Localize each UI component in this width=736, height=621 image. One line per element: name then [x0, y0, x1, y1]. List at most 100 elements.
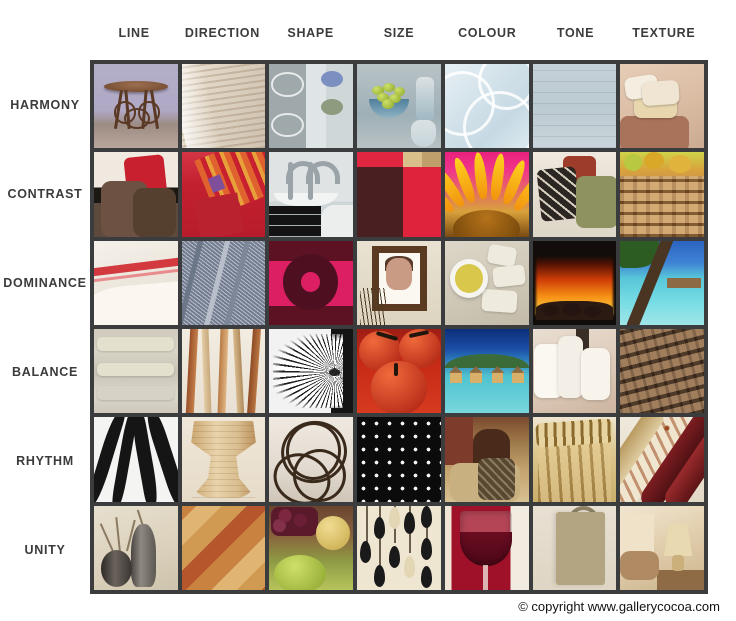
column-header-colour: COLOUR [458, 26, 517, 40]
blue-swirl-glass-image [444, 64, 529, 149]
linen-bag-image [533, 505, 617, 590]
pleated-gold-stool-image [533, 417, 617, 502]
cell-balance-direction [181, 329, 266, 414]
cell-balance-texture [620, 329, 704, 414]
warm-bedroom-image [444, 417, 529, 502]
iron-table-image [94, 64, 178, 148]
cell-unity-size [357, 505, 441, 590]
row-header-dominance: DOMINANCE [3, 275, 87, 290]
cell-contrast-colour [444, 152, 529, 237]
cell-harmony-tone [532, 64, 617, 149]
cell-harmony-line [94, 64, 178, 149]
fabric-rolls-image [620, 417, 704, 502]
cell-unity-colour [444, 505, 529, 590]
cell-harmony-texture [620, 64, 704, 149]
cell-balance-size [357, 329, 441, 414]
padded-headboard-image [94, 329, 178, 413]
design-principles-image-grid [90, 60, 708, 594]
pink-circle-image [269, 240, 354, 325]
cell-rhythm-tone [532, 417, 617, 502]
row-header-rhythm: RHYTHM [16, 453, 74, 468]
column-header-size: SIZE [383, 26, 415, 40]
cell-contrast-texture [620, 152, 704, 237]
cell-harmony-size [357, 64, 441, 149]
cell-rhythm-shape [269, 417, 354, 502]
cell-balance-shape [269, 329, 354, 414]
cell-dominance-size [357, 240, 441, 325]
cell-dominance-texture [620, 240, 704, 325]
bathroom-taps-image [269, 152, 354, 237]
cell-dominance-direction [181, 240, 266, 325]
cell-dominance-shape [269, 240, 354, 325]
cell-contrast-size [357, 152, 441, 237]
wooden-vessel-image [182, 417, 266, 501]
cell-balance-tone [532, 329, 617, 414]
feather-fan-image [269, 329, 354, 414]
red-brown-cushions-image [94, 152, 178, 237]
cell-dominance-line [94, 240, 178, 325]
cell-contrast-direction [181, 152, 266, 237]
row-header-unity: UNITY [24, 542, 66, 557]
cell-unity-direction [181, 505, 266, 590]
wicker-basket-image [620, 152, 704, 237]
red-tomatoes-image [357, 329, 441, 414]
column-header-texture: TEXTURE [632, 26, 696, 40]
cell-rhythm-line [94, 417, 178, 502]
colour-blocks-image [357, 152, 441, 237]
cell-harmony-direction [181, 64, 266, 149]
row-header-balance: BALANCE [11, 364, 78, 379]
cell-rhythm-colour [444, 417, 529, 502]
zebra-stripes-image [94, 417, 178, 502]
framed-portrait-image [357, 241, 441, 325]
row-header-harmony: HARMONY [10, 97, 80, 112]
lagoon-bungalows-image [444, 329, 529, 413]
bedside-lamp-image [620, 506, 704, 590]
cell-contrast-shape [269, 152, 354, 237]
red-stripe-linen-image [94, 241, 178, 325]
cell-rhythm-texture [620, 417, 704, 502]
copyright-notice: © copyright www.gallerycocoa.com [518, 599, 720, 614]
row-label-column: HARMONY CONTRAST DOMINANCE BALANCE RHYTH… [0, 60, 90, 594]
cell-dominance-colour [444, 240, 529, 325]
cell-unity-shape [269, 505, 354, 590]
sofa-cushions-image [620, 64, 704, 149]
teardrop-pattern-image [357, 505, 441, 590]
red-wine-glass-image [445, 506, 529, 590]
wooden-dowels-image [182, 329, 266, 414]
white-towels-image [533, 329, 617, 413]
cell-rhythm-direction [181, 417, 266, 502]
cell-balance-colour [444, 329, 529, 414]
cell-balance-line [94, 329, 178, 414]
venetian-blinds-image [181, 64, 266, 149]
column-header-line: LINE [118, 26, 150, 40]
palm-lagoon-image [620, 240, 704, 325]
column-header-tone: TONE [556, 26, 595, 40]
cell-unity-tone [532, 505, 617, 590]
blue-tonal-bands-image [532, 64, 617, 149]
cell-contrast-tone [532, 152, 617, 237]
sunflower-image [444, 152, 529, 237]
cell-rhythm-size [357, 417, 441, 502]
oil-bowl-stones-image [445, 241, 529, 325]
polka-dots-image [357, 417, 441, 502]
cell-contrast-line [94, 152, 178, 237]
fruit-still-life-image [269, 506, 353, 590]
column-header-row: LINE DIRECTION SHAPE SIZE COLOUR TONE TE… [90, 20, 708, 46]
column-header-shape: SHAPE [287, 26, 334, 40]
cell-dominance-tone [532, 240, 617, 325]
cell-unity-texture [620, 505, 704, 590]
circles-pattern-image [269, 64, 353, 148]
striped-fabric-image [182, 152, 266, 237]
dark-vases-twigs-image [94, 506, 178, 590]
cell-harmony-shape [269, 64, 354, 149]
cell-unity-line [94, 505, 178, 590]
rattan-weave-image [620, 329, 704, 414]
wicker-sphere-image [269, 417, 354, 502]
grapes-bowl-image [357, 64, 441, 148]
diagonal-denim-image [181, 240, 266, 325]
patterned-cushions-image [533, 152, 617, 236]
wood-diagonal-bands-image [181, 505, 266, 590]
row-header-contrast: CONTRAST [7, 186, 83, 201]
cell-harmony-colour [444, 64, 529, 149]
fireplace-flames-image [533, 241, 617, 325]
